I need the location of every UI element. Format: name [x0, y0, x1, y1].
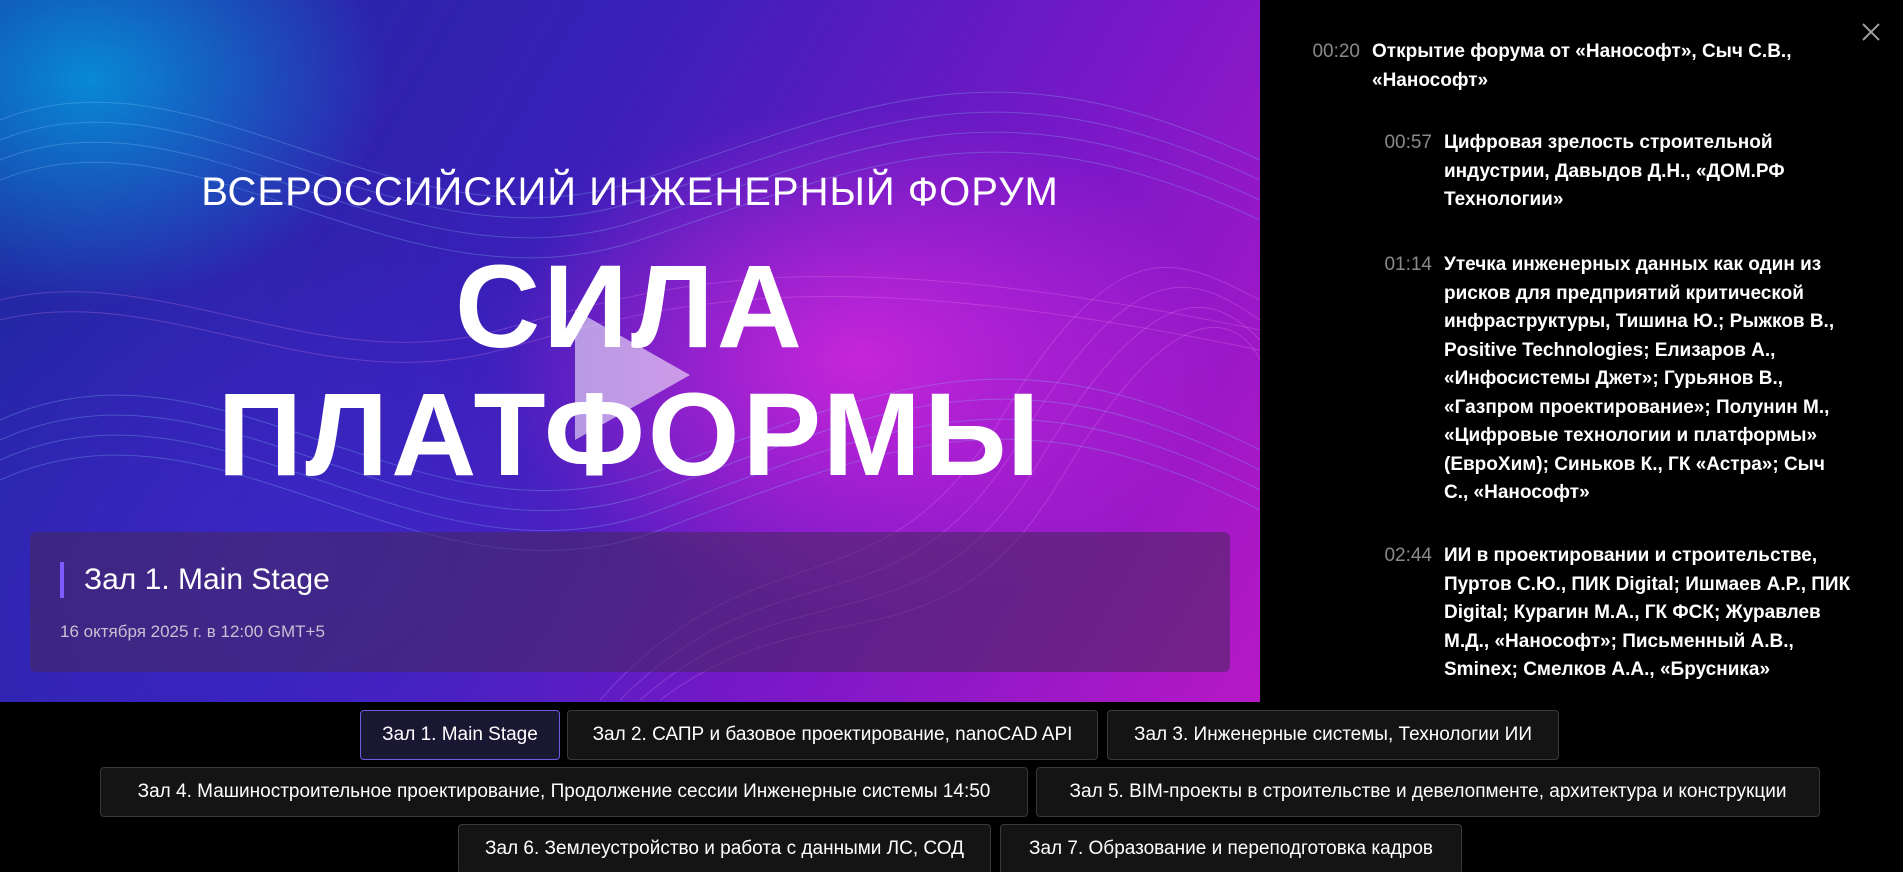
agenda-item-title: Утечка инженерных данных как один из рис… — [1444, 254, 1835, 503]
hall-tabs: Зал 1. Main Stage Зал 2. САПР и базовое … — [0, 702, 1903, 872]
session-info-card: Зал 1. Main Stage 16 октября 2025 г. в 1… — [30, 532, 1230, 672]
agenda-item[interactable]: 01:14 Утечка инженерных данных как один … — [1372, 251, 1902, 508]
tab-hall-6[interactable]: Зал 6. Землеустройство и работа с данным… — [458, 824, 991, 872]
banner-subtitle: ВСЕРОССИЙСКИЙ ИНЖЕНЕРНЫЙ ФОРУМ — [201, 170, 1059, 214]
tab-hall-4[interactable]: Зал 4. Машиностроительное проектирование… — [100, 767, 1028, 817]
play-icon[interactable] — [555, 300, 705, 450]
tab-hall-2[interactable]: Зал 2. САПР и базовое проектирование, na… — [567, 710, 1098, 760]
tab-hall-7[interactable]: Зал 7. Образование и переподготовка кадр… — [1000, 824, 1462, 872]
tab-hall-3[interactable]: Зал 3. Инженерные системы, Технологии ИИ — [1107, 710, 1559, 760]
agenda-item-time: 00:20 — [1312, 41, 1360, 62]
agenda-item[interactable]: 00:57 Цифровая зрелость строительной инд… — [1372, 129, 1892, 215]
video-player[interactable]: ВСЕРОССИЙСКИЙ ИНЖЕНЕРНЫЙ ФОРУМ СИЛА ПЛАТ… — [0, 0, 1260, 702]
agenda-item-time: 00:57 — [1384, 132, 1432, 153]
agenda-panel: 00:20 Открытие форума от «Нанософт», Сыч… — [1260, 0, 1903, 702]
tab-hall-5[interactable]: Зал 5. BIM-проекты в строительстве и дев… — [1036, 767, 1820, 817]
session-title: Зал 1. Main Stage — [60, 562, 330, 598]
agenda-item-time: 02:44 — [1384, 545, 1432, 566]
tab-hall-1[interactable]: Зал 1. Main Stage — [360, 710, 560, 760]
agenda-item[interactable]: 02:44 ИИ в проектировании и строительств… — [1372, 542, 1902, 685]
agenda-item-title: ИИ в проектировании и строительстве, Пур… — [1444, 545, 1851, 680]
agenda-item-title: Цифровая зрелость строительной индустрии… — [1444, 132, 1785, 210]
session-date: 16 октября 2025 г. в 12:00 GMT+5 — [60, 622, 325, 641]
agenda-item[interactable]: 00:20 Открытие форума от «Нанософт», Сыч… — [1300, 38, 1840, 95]
agenda-item-time: 01:14 — [1384, 254, 1432, 275]
player-page: ВСЕРОССИЙСКИЙ ИНЖЕНЕРНЫЙ ФОРУМ СИЛА ПЛАТ… — [0, 0, 1903, 872]
agenda-item-title: Открытие форума от «Нанософт», Сыч С.В.,… — [1372, 41, 1792, 91]
close-icon[interactable] — [1859, 20, 1883, 44]
